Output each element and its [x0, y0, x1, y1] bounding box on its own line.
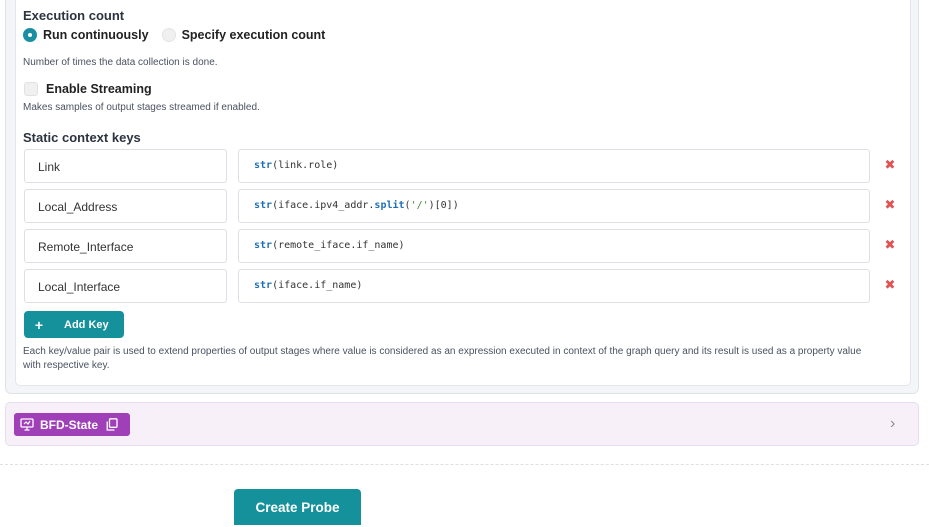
context-key-row: Remote_Interface str(remote_iface.if_nam…: [24, 229, 904, 263]
context-key-input[interactable]: Local_Interface: [24, 269, 227, 303]
code-keyword: split: [374, 200, 405, 211]
static-context-keys-title: Static context keys: [23, 130, 141, 145]
context-key-input[interactable]: Local_Address: [24, 189, 227, 223]
execution-count-help: Number of times the data collection is d…: [23, 57, 218, 68]
code-keyword: str: [254, 240, 273, 251]
context-key-row: Local_Interface str(iface.if_name) ✖: [24, 269, 904, 303]
execution-count-title: Execution count: [23, 8, 125, 23]
enable-streaming: Enable Streaming: [24, 82, 152, 96]
code-string: '/': [410, 200, 429, 211]
plus-icon: +: [34, 316, 44, 333]
context-value-input[interactable]: str(remote_iface.if_name): [238, 229, 870, 263]
context-key-row: Link str(link.role) ✖: [24, 149, 904, 183]
streaming-help: Makes samples of output stages streamed …: [23, 102, 260, 113]
create-probe-button[interactable]: Create Probe: [234, 489, 361, 525]
context-key-input[interactable]: Link: [24, 149, 227, 183]
enable-streaming-label[interactable]: Enable Streaming: [46, 82, 152, 96]
divider: [0, 464, 929, 465]
add-key-label: Add Key: [64, 318, 109, 331]
code-text: (iface.if_name): [272, 280, 363, 291]
delete-key-icon[interactable]: ✖: [884, 198, 896, 212]
delete-key-icon[interactable]: ✖: [884, 238, 896, 252]
output-stage-bar[interactable]: BFD-State ›: [5, 402, 919, 446]
delete-key-icon[interactable]: ✖: [884, 158, 896, 172]
context-keys-help-line-2: with respective key.: [23, 360, 110, 371]
radio-run-continuously[interactable]: [23, 28, 37, 42]
context-key-row: Local_Address str(iface.ipv4_addr.split(…: [24, 189, 904, 223]
stage-icon: [20, 418, 34, 431]
code-keyword: str: [254, 200, 273, 211]
code-text: (link.role): [272, 160, 339, 171]
context-value-input[interactable]: str(iface.ipv4_addr.split('/')[0]): [238, 189, 870, 223]
stage-tag[interactable]: BFD-State: [14, 413, 130, 436]
code-text: (iface.ipv4_addr.: [272, 200, 375, 211]
context-value-input[interactable]: str(iface.if_name): [238, 269, 870, 303]
chevron-right-icon[interactable]: ›: [890, 416, 904, 432]
radio-specify-execution-count[interactable]: [161, 28, 176, 42]
radio-run-continuously-label[interactable]: Run continuously: [43, 28, 149, 42]
copy-icon[interactable]: [106, 418, 118, 431]
delete-key-icon[interactable]: ✖: [884, 278, 896, 292]
code-keyword: str: [254, 160, 273, 171]
execution-count-options: Run continuously Specify execution count: [23, 27, 338, 43]
code-text: (remote_iface.if_name): [272, 240, 405, 251]
context-keys-help-line-1: Each key/value pair is used to extend pr…: [23, 346, 862, 357]
code-keyword: str: [254, 280, 273, 291]
add-key-button[interactable]: + Add Key: [24, 311, 124, 338]
stage-name: BFD-State: [40, 417, 99, 432]
radio-specify-execution-count-label[interactable]: Specify execution count: [182, 28, 326, 42]
context-key-input[interactable]: Remote_Interface: [24, 229, 227, 263]
context-value-input[interactable]: str(link.role): [238, 149, 870, 183]
code-text: )[0]): [428, 200, 459, 211]
enable-streaming-checkbox[interactable]: [24, 82, 38, 96]
